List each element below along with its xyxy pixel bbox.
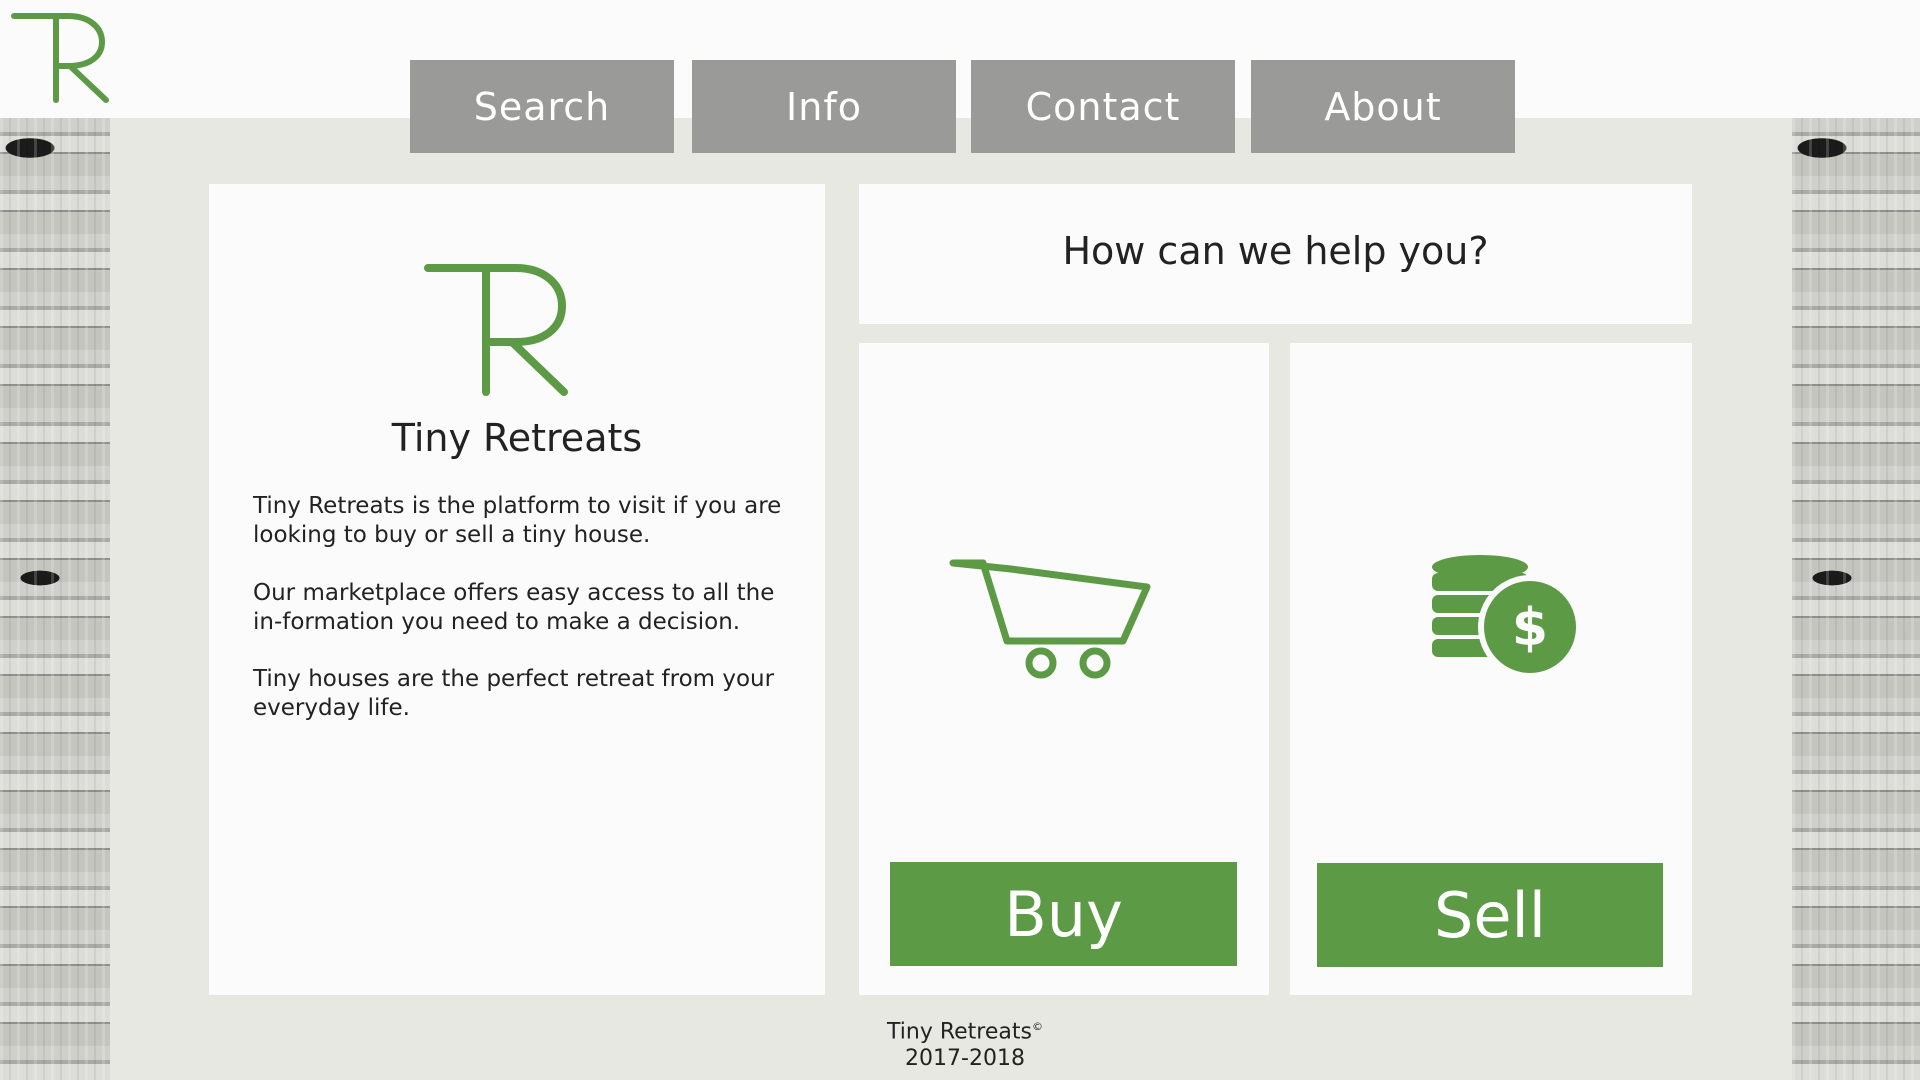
sell-button[interactable]: Sell bbox=[1317, 863, 1663, 967]
buy-card: Buy bbox=[859, 343, 1269, 995]
copyright-mark: © bbox=[1031, 1020, 1043, 1033]
about-title: Tiny Retreats bbox=[391, 416, 643, 460]
help-heading: How can we help you? bbox=[1062, 229, 1489, 273]
bark-texture-left bbox=[0, 118, 110, 1080]
footer: Tiny Retreats© 2017-2018 bbox=[860, 1013, 1070, 1072]
about-paragraph: Tiny Retreats is the platform to visit i… bbox=[253, 493, 782, 548]
nav-contact-button[interactable]: Contact bbox=[971, 60, 1235, 153]
help-card: How can we help you? bbox=[859, 184, 1692, 324]
about-card: Tiny Retreats Tiny Retreats is the platf… bbox=[209, 184, 825, 995]
buy-button[interactable]: Buy bbox=[890, 862, 1237, 966]
footer-years: 2017-2018 bbox=[905, 1046, 1025, 1072]
bark-texture-right bbox=[1792, 118, 1920, 1080]
coins-dollar-icon: $ bbox=[1432, 555, 1580, 679]
shopping-cart-icon bbox=[949, 559, 1151, 679]
footer-name-line: Tiny Retreats© bbox=[860, 1013, 1070, 1045]
tr-monogram-icon[interactable] bbox=[10, 10, 114, 104]
about-paragraph: Our marketplace offers easy access to al… bbox=[253, 580, 775, 635]
nav-info-button[interactable]: Info bbox=[692, 60, 956, 153]
nav-search-button[interactable]: Search bbox=[410, 60, 674, 153]
sell-card: $ Sell bbox=[1290, 343, 1692, 995]
nav-about-button[interactable]: About bbox=[1251, 60, 1515, 153]
footer-brand: Tiny Retreats bbox=[887, 1019, 1032, 1045]
about-paragraph: Tiny houses are the perfect retreat from… bbox=[253, 666, 775, 721]
tr-monogram-icon bbox=[424, 264, 568, 396]
svg-text:$: $ bbox=[1512, 598, 1548, 658]
